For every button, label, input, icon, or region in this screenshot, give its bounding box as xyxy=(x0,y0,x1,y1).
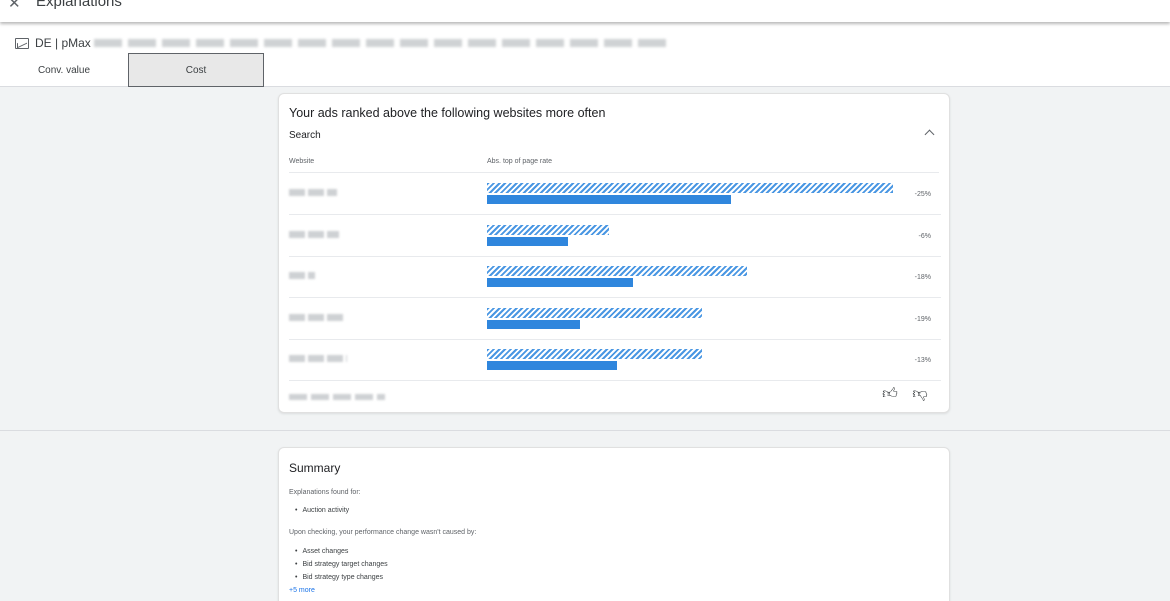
bar-account xyxy=(487,319,581,329)
website-name xyxy=(289,230,339,238)
bar-account xyxy=(487,236,569,246)
column-header-website: Website xyxy=(289,158,315,165)
change-label: -13% xyxy=(914,357,931,364)
bar-account xyxy=(487,278,634,287)
tab-cost-label: Cost xyxy=(185,64,207,76)
change-label: -18% xyxy=(914,274,931,281)
website-name xyxy=(289,189,337,196)
campaign-header: DE | pMax Conv. value Cost xyxy=(0,22,1170,87)
change-label: -19% xyxy=(914,315,931,323)
top-bar: ✕ Explanations xyxy=(0,0,1170,22)
row-divider xyxy=(289,380,941,381)
panel-title: Explanations xyxy=(36,0,122,10)
tab-cost[interactable]: Cost xyxy=(128,53,264,87)
bar-competitor xyxy=(487,349,703,359)
table-row: -25% xyxy=(279,173,951,215)
bar-competitor xyxy=(487,183,893,193)
thumbs-down-icon[interactable]: 👎︎ xyxy=(911,385,929,403)
chart-icon xyxy=(15,37,29,49)
tab-conv-value[interactable]: Conv. value xyxy=(0,53,128,87)
chevron-up-icon[interactable] xyxy=(923,127,937,139)
summary-card: Summary Explanations found for: Auction … xyxy=(278,447,950,601)
blurred-campaign-details xyxy=(93,39,669,47)
section-divider xyxy=(0,430,1170,431)
website-name xyxy=(289,313,345,321)
column-header-rate: Abs. top of page rate xyxy=(487,158,552,165)
explanations-found-label: Explanations found for: xyxy=(289,489,361,496)
campaign-row: DE | pMax xyxy=(15,36,669,50)
table-row: -19% xyxy=(279,298,951,340)
website-name xyxy=(289,272,315,279)
more-link[interactable]: +5 more xyxy=(289,587,315,594)
bar-account xyxy=(487,195,731,204)
found-item: Auction activity xyxy=(295,507,349,514)
bar-competitor xyxy=(487,266,747,276)
thumbs-up-icon[interactable]: 👍︎ xyxy=(881,385,899,403)
not-caused-item: Bid strategy type changes xyxy=(295,574,383,581)
bar-competitor xyxy=(487,224,609,235)
campaign-name: DE | pMax xyxy=(35,36,91,50)
table-row: -13% xyxy=(279,339,951,381)
close-icon[interactable]: ✕ xyxy=(8,0,21,12)
bar-account xyxy=(487,361,617,370)
change-label: -6% xyxy=(918,232,931,240)
not-caused-label: Upon checking, your performance change w… xyxy=(289,529,477,536)
summary-title: Summary xyxy=(289,461,341,475)
card-title: Your ads ranked above the following webs… xyxy=(289,106,606,120)
tab-conv-value-label: Conv. value xyxy=(37,64,91,76)
change-label: -25% xyxy=(914,191,931,198)
not-caused-item: Asset changes xyxy=(295,548,348,555)
ranking-card: Your ads ranked above the following webs… xyxy=(278,93,950,413)
website-name xyxy=(289,355,347,362)
not-caused-item: Bid strategy target changes xyxy=(295,561,387,568)
table-row: -6% xyxy=(279,215,951,257)
card-feedback-question xyxy=(289,394,385,400)
table-row: -18% xyxy=(279,256,951,298)
bar-competitor xyxy=(487,307,703,318)
section-search: Search xyxy=(289,130,321,141)
